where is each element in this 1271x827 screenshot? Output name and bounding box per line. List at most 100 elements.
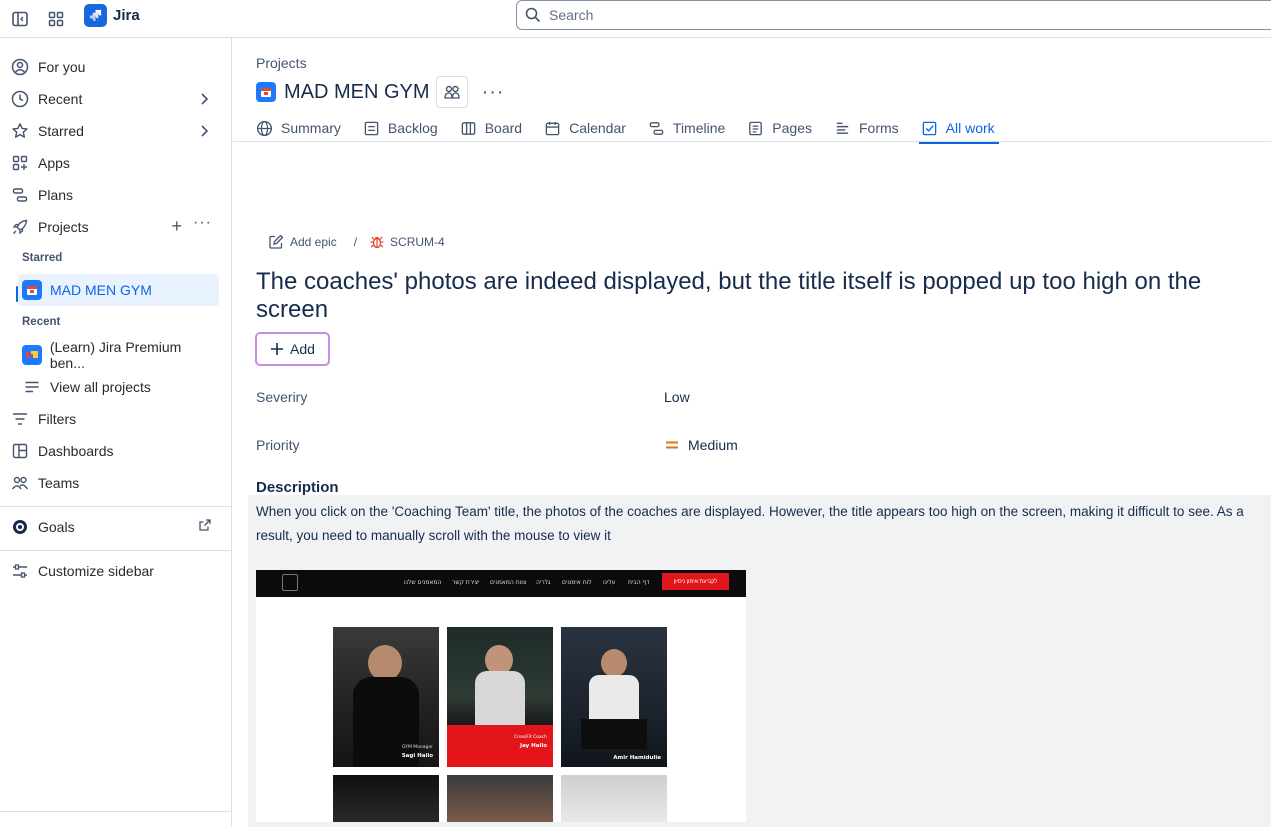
sidebar-item-projects[interactable]: Projects + ··· <box>8 212 220 242</box>
sidebar-item-starred[interactable]: Starred <box>8 116 220 146</box>
coach-name: Jay Hailo <box>520 743 547 749</box>
coach-photo: GYM Manager Sagi Hailo <box>333 627 439 767</box>
coach-photo <box>447 775 553 822</box>
sidebar-toggle-icon[interactable] <box>6 5 34 33</box>
more-actions-icon[interactable]: ··· <box>482 81 505 104</box>
search-input[interactable] <box>549 7 1149 23</box>
issue-key: SCRUM-4 <box>390 235 445 249</box>
timeline-icon <box>648 120 665 137</box>
sidebar: For you Recent Starred Apps Plans Projec… <box>0 38 232 827</box>
priority-medium-icon <box>666 441 678 449</box>
list-icon <box>22 377 42 397</box>
goals-icon <box>10 517 30 537</box>
screenshot-nav-item: צוות המאמנים <box>490 579 527 586</box>
sidebar-item-label: Recent <box>38 91 83 107</box>
chevron-right-icon[interactable] <box>198 91 212 110</box>
tabs-divider <box>233 141 1271 142</box>
tab-pages[interactable]: Pages <box>747 114 812 142</box>
project-tabs: Summary Backlog Board Calendar Timeline … <box>256 114 1017 144</box>
sidebar-item-filters[interactable]: Filters <box>8 404 220 434</box>
issue-breadcrumb: Add epic / SCRUM-4 <box>268 234 445 250</box>
apps-icon <box>10 153 30 173</box>
all-work-icon <box>921 120 938 137</box>
add-project-icon[interactable]: + <box>171 216 182 237</box>
coach-role: CrossFit Coach <box>513 735 547 740</box>
tab-label: Timeline <box>672 120 726 136</box>
jira-logo[interactable]: Jira <box>84 3 140 27</box>
attached-screenshot[interactable]: המאמנים שלנו יצירת קשר צוות המאמנים גלרי… <box>256 570 746 822</box>
forms-icon <box>834 120 851 137</box>
breadcrumb-projects[interactable]: Projects <box>256 55 307 71</box>
tab-summary[interactable]: Summary <box>256 114 341 142</box>
coach-photo <box>561 775 667 822</box>
screenshot-nav-item: עלינו <box>603 579 616 586</box>
issue-title[interactable]: The coaches' photos are indeed displayed… <box>256 268 1246 324</box>
rocket-icon <box>10 217 30 237</box>
gym-logo-icon <box>282 574 298 591</box>
sidebar-item-label: (Learn) Jira Premium ben... <box>49 339 182 371</box>
coach-role: GYM Manager <box>401 745 433 750</box>
team-members-button[interactable] <box>435 76 468 108</box>
clock-icon <box>10 89 30 109</box>
sidebar-item-label: Dashboards <box>38 443 114 459</box>
sidebar-item-recent[interactable]: Recent <box>8 84 220 114</box>
jira-logo-icon <box>84 3 107 27</box>
breadcrumb-separator: / <box>353 235 358 249</box>
sidebar-item-label: MAD MEN GYM <box>50 282 152 298</box>
user-circle-icon <box>10 57 30 77</box>
description-field[interactable]: When you click on the 'Coaching Team' ti… <box>248 495 1271 827</box>
more-options-icon[interactable]: ··· <box>193 214 212 232</box>
sidebar-item-plans[interactable]: Plans <box>8 180 220 210</box>
sidebar-item-dashboards[interactable]: Dashboards <box>8 436 220 466</box>
project-avatar-icon <box>256 82 276 102</box>
search-icon <box>525 7 541 23</box>
coach-photo: CrossFit Coach Jay Hailo <box>447 627 553 767</box>
sidebar-item-for-you[interactable]: For you <box>8 52 220 82</box>
chevron-right-icon[interactable] <box>198 123 212 142</box>
dashboard-icon <box>10 441 30 461</box>
tab-label: All work <box>945 120 995 136</box>
customize-sidebar-button[interactable]: Customize sidebar <box>8 556 220 586</box>
project-title: MAD MEN GYM <box>284 80 430 103</box>
tab-calendar[interactable]: Calendar <box>544 114 626 142</box>
sidebar-item-label: Starred <box>38 123 84 139</box>
severity-value-text: Low <box>664 389 690 405</box>
screenshot-nav-item: דף הבית <box>628 579 650 586</box>
sidebar-item-goals[interactable]: Goals <box>8 512 220 542</box>
search-bar[interactable] <box>516 0 1271 30</box>
calendar-icon <box>544 120 561 137</box>
external-link-icon[interactable] <box>198 518 212 535</box>
priority-label: Priority <box>256 437 300 453</box>
starred-heading: Starred <box>22 252 63 264</box>
tab-backlog[interactable]: Backlog <box>363 114 438 142</box>
priority-value-text: Medium <box>688 437 738 453</box>
recent-heading: Recent <box>22 316 61 328</box>
screenshot-nav-item: המאמנים שלנו <box>404 579 442 586</box>
add-epic-label: Add epic <box>290 235 337 249</box>
screenshot-nav-item: יצירת קשר <box>452 579 480 586</box>
globe-icon <box>256 120 273 137</box>
backlog-icon <box>363 120 380 137</box>
tab-timeline[interactable]: Timeline <box>648 114 725 142</box>
sidebar-item-learn-jira[interactable]: (Learn) Jira Premium ben... <box>18 339 219 371</box>
project-avatar-icon <box>22 345 42 365</box>
tab-all-work[interactable]: All work <box>918 114 999 144</box>
sidebar-item-teams[interactable]: Teams <box>8 468 220 498</box>
sidebar-item-label: Teams <box>38 475 80 491</box>
add-epic-button[interactable]: Add epic <box>268 234 337 250</box>
view-all-projects-link[interactable]: View all projects <box>18 372 219 402</box>
tab-board[interactable]: Board <box>460 114 522 142</box>
customize-icon <box>10 561 30 581</box>
sidebar-item-apps[interactable]: Apps <box>8 148 220 178</box>
tab-forms[interactable]: Forms <box>834 114 899 142</box>
severity-value[interactable]: Low <box>664 389 690 405</box>
priority-value[interactable]: Medium <box>664 437 738 453</box>
sidebar-item-mad-men-gym[interactable]: MAD MEN GYM <box>18 274 219 306</box>
add-button[interactable]: Add <box>255 332 330 366</box>
coach-name: Amir Hamidulie <box>613 755 661 761</box>
app-switcher-icon[interactable] <box>42 5 70 33</box>
issue-key-link[interactable]: SCRUM-4 <box>369 234 445 250</box>
screenshot-cta-button: לקביעת אימון ניסיון <box>662 573 729 590</box>
screenshot-nav-item: גלריה <box>536 579 551 586</box>
sidebar-divider <box>0 506 231 507</box>
